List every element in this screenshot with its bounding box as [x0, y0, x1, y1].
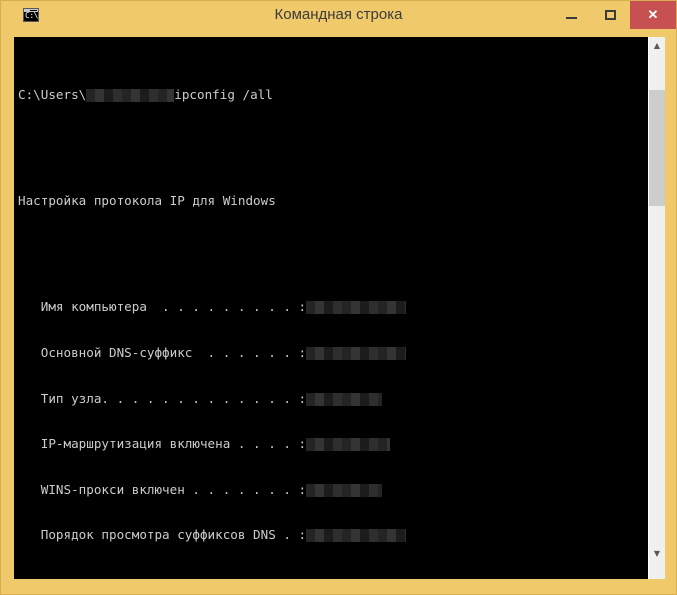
console-line-label: Основной DNS-суффикс . . . . . . :	[18, 344, 307, 360]
console-line: Настройка протокола IP для Windows	[18, 193, 276, 208]
console-line-prompt-command: C:\Users\ ipconfig /all	[18, 87, 648, 102]
redacted-value	[306, 483, 383, 497]
minimize-button[interactable]	[552, 1, 591, 29]
redacted-value	[306, 301, 407, 315]
window-controls: ✕	[552, 1, 676, 29]
redacted-value	[306, 392, 383, 406]
scrollbar-thumb[interactable]	[649, 90, 665, 206]
redacted-username	[86, 88, 175, 102]
prompt-path: C:\Users\	[18, 86, 87, 102]
redacted-value	[306, 438, 391, 452]
console-line-label: WINS-прокси включен . . . . . . . :	[18, 481, 307, 497]
command-prompt-window: C:\. Командная строка ✕ C:\Users\ ipconfi…	[0, 0, 677, 595]
console-line-with-redaction: IP-маршрутизация включена . . . . :	[18, 436, 648, 452]
console-lines: C:\Users\ ipconfig /all Настройка протоко…	[18, 41, 648, 579]
console-line-with-redaction: Тип узла. . . . . . . . . . . . . :	[18, 391, 648, 406]
console-line-label: IP-маршрутизация включена . . . . :	[18, 436, 307, 452]
maximize-button[interactable]	[591, 1, 630, 29]
minimize-icon	[566, 17, 577, 19]
console-line-with-redaction: WINS-прокси включен . . . . . . . :	[18, 482, 648, 497]
console-line-label: Тип узла. . . . . . . . . . . . . :	[18, 390, 307, 406]
command-text: ipconfig /all	[174, 86, 273, 102]
console-output[interactable]: C:\Users\ ipconfig /all Настройка протоко…	[14, 37, 648, 579]
console-area: C:\Users\ ipconfig /all Настройка протоко…	[14, 37, 665, 579]
console-line-with-redaction: Порядок просмотра суффиксов DNS . :	[18, 527, 648, 543]
console-line-with-redaction: Основной DNS-суффикс . . . . . . :	[18, 345, 648, 360]
console-line-with-redaction: Имя компьютера . . . . . . . . . :	[18, 299, 648, 315]
vertical-scrollbar[interactable]: ▲ ▼	[648, 37, 665, 579]
redacted-value	[306, 529, 407, 543]
redacted-value	[306, 346, 407, 360]
console-line-label: Имя компьютера . . . . . . . . . :	[18, 299, 307, 315]
console-line-label: Порядок просмотра суффиксов DNS . :	[18, 527, 307, 543]
maximize-icon	[605, 10, 616, 20]
scroll-down-icon[interactable]: ▼	[649, 545, 665, 562]
titlebar[interactable]: C:\. Командная строка ✕	[1, 1, 676, 29]
scroll-up-icon[interactable]: ▲	[649, 37, 665, 54]
close-button[interactable]: ✕	[630, 1, 676, 29]
